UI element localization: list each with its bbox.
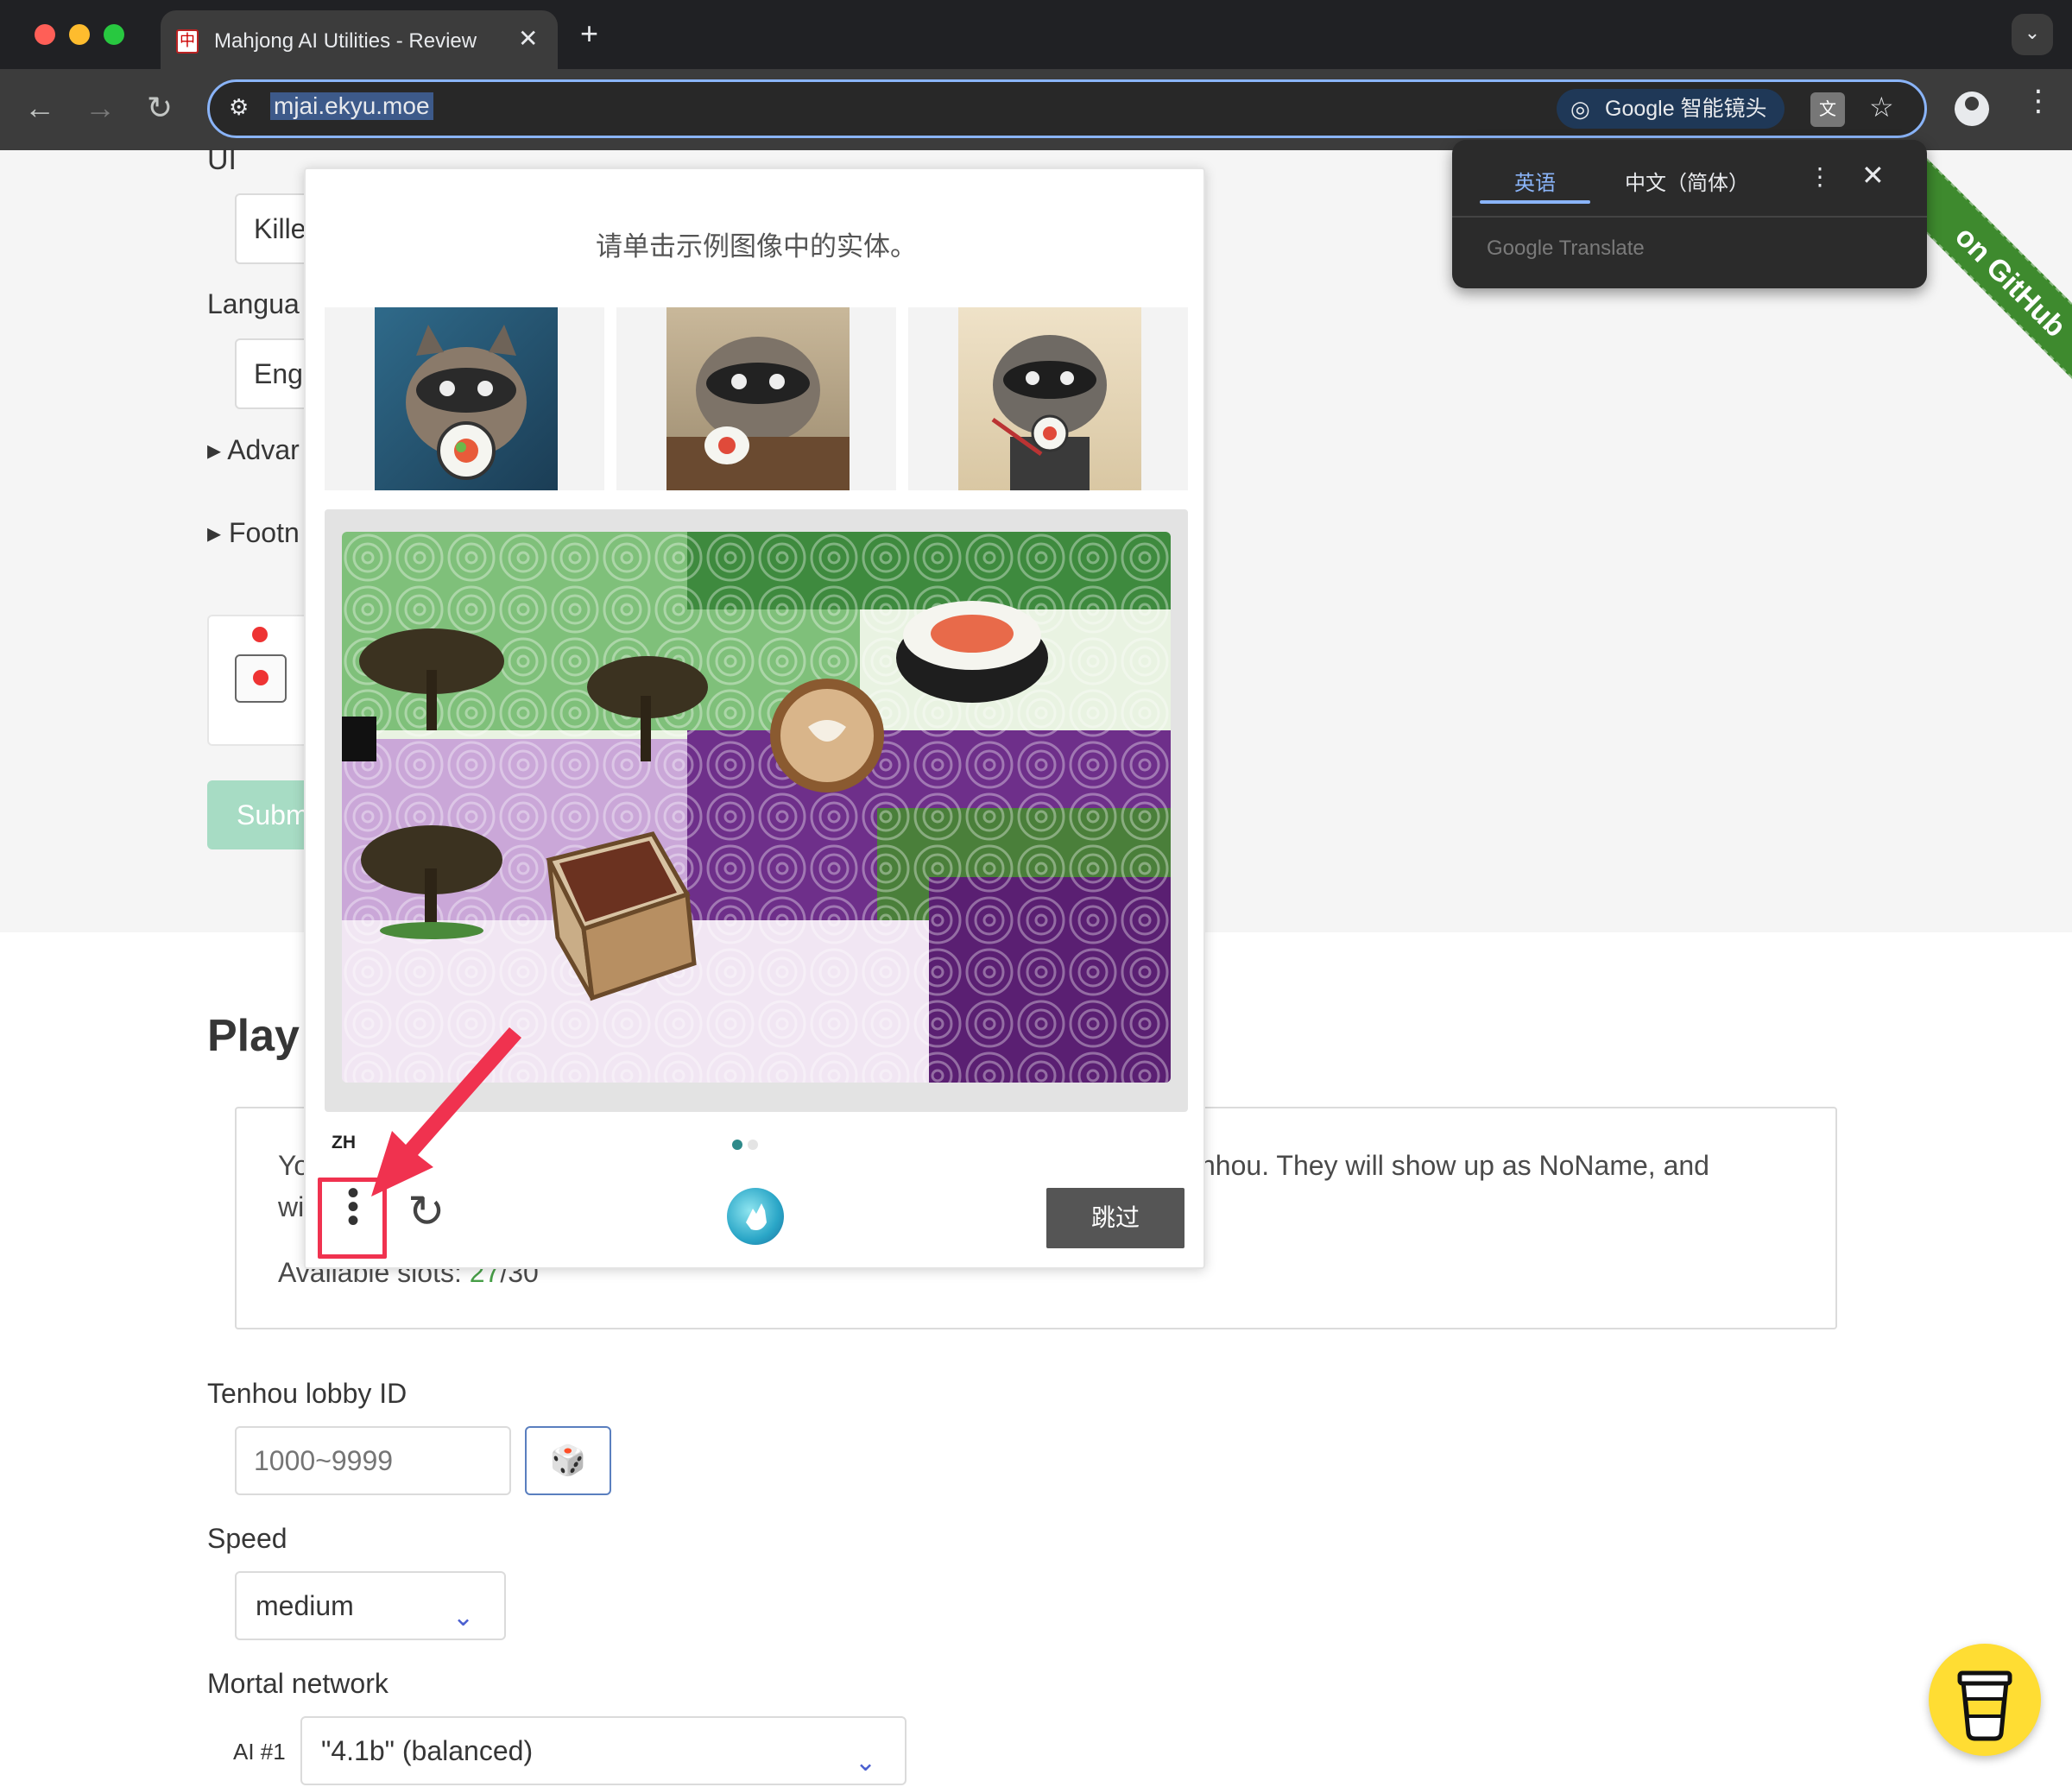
lens-icon: ◎ [1570,96,1590,122]
skip-button[interactable]: 跳过 [1046,1188,1184,1248]
divider [1452,216,1927,218]
browser-menu-icon[interactable]: ⋮ [2024,86,2053,116]
speed-value: medium [256,1590,354,1621]
ai-network-value: "4.1b" (balanced) [321,1735,534,1766]
page-indicator-active[interactable] [732,1140,742,1150]
translate-icon[interactable]: 文 [1810,92,1845,127]
address-bar[interactable]: ⚙ mjai.ekyu.moe ◎ Google 智能镜头 文 ☆ [207,79,1927,138]
browser-tab-strip: 中 Mahjong AI Utilities - Review ✕ + ⌄ [0,0,2072,69]
lens-label: Google 智能镜头 [1605,97,1767,121]
red-dot-icon [252,627,268,642]
chevron-down-icon: ⌄ [452,1603,475,1632]
hcaptcha-logo-icon [727,1188,784,1245]
translate-options-icon[interactable]: ⋮ [1808,162,1832,191]
mortal-network-label: Mortal network [207,1668,388,1699]
sushi-roll-icon [896,601,1048,703]
google-translate-popup: 英语 中文（简体） ⋮ ✕ Google Translate [1452,140,1927,288]
coffee-cup-icon [1957,1670,2012,1741]
bookmark-star-icon[interactable]: ☆ [1869,91,1894,123]
captcha-checkbox[interactable] [235,654,287,703]
latte-icon [770,679,884,792]
page-indicator[interactable] [748,1140,758,1150]
random-lobby-button[interactable]: 🎲 [525,1426,611,1495]
close-window-button[interactable] [35,24,55,45]
tab-title: Mahjong AI Utilities - Review [214,29,477,53]
translate-close-icon[interactable]: ✕ [1861,159,1885,192]
info-line1-end: nhou. They will show up as NoName, and [1200,1150,1709,1181]
translate-tab-english[interactable]: 英语 [1514,166,1556,196]
footnotes-label: Footn [228,517,300,548]
challenge-canvas [342,532,1171,1083]
lobby-id-input[interactable] [235,1426,511,1495]
new-tab-button[interactable]: + [580,16,598,52]
speed-select[interactable]: medium ⌄ [235,1571,506,1640]
reload-icon[interactable]: ↻ [147,90,173,126]
hcaptcha-challenge: 请单击示例图像中的实体。 ZH • • • ↻ 跳过 [304,167,1205,1269]
url-text[interactable]: mjai.ekyu.moe [270,92,433,120]
play-section-title: Play [207,1011,300,1061]
language-label: Langua [207,288,300,319]
minimize-window-button[interactable] [69,24,90,45]
back-arrow-icon[interactable]: ← [24,90,55,126]
challenge-image[interactable] [342,532,1171,1083]
language-code[interactable]: ZH [332,1133,356,1153]
site-settings-icon[interactable]: ⚙ [229,94,249,121]
captcha-widget-preview[interactable] [207,615,311,746]
ui-label: UI [207,143,237,176]
maximize-window-button[interactable] [104,24,124,45]
google-translate-brand: Google Translate [1487,237,1645,260]
browser-tab[interactable]: 中 Mahjong AI Utilities - Review ✕ [161,10,558,69]
raccoon-sushi-image [666,337,850,490]
ai-slot-label: AI #1 [233,1739,286,1765]
refresh-icon[interactable]: ↻ [407,1186,445,1238]
browser-toolbar: ← → ↻ ⚙ mjai.ekyu.moe ◎ Google 智能镜头 文 ☆ … [0,69,2072,150]
advanced-options-toggle[interactable]: ▸ Advar [207,433,300,466]
tab-close-icon[interactable]: ✕ [518,24,538,53]
example-image-2 [616,307,896,490]
active-tab-underline [1480,200,1590,204]
challenge-image-panel [325,509,1188,1112]
captcha-prompt: 请单击示例图像中的实体。 [596,231,917,262]
translate-tab-chinese[interactable]: 中文（简体） [1625,166,1749,196]
google-lens-button[interactable]: ◎ Google 智能镜头 [1557,89,1785,129]
chevron-down-icon: ⌄ [855,1748,877,1777]
profile-avatar-icon[interactable] [1955,92,1989,126]
raccoon-sushi-image [991,335,1107,490]
speed-label: Speed [207,1523,287,1554]
example-image-3 [908,307,1188,490]
dice-icon: 🎲 [549,1444,587,1477]
captcha-menu-icon[interactable]: • • • [340,1176,366,1238]
raccoon-sushi-image [406,325,527,480]
mahjong-favicon-icon: 中 [176,29,199,54]
example-image-1 [325,307,604,490]
buy-me-a-coffee-button[interactable] [1929,1644,2041,1756]
tab-search-chevron-icon[interactable]: ⌄ [2012,14,2053,55]
red-dot-icon [253,670,268,685]
lobby-label: Tenhou lobby ID [207,1378,407,1409]
ai-network-select[interactable]: "4.1b" (balanced) ⌄ [300,1716,906,1785]
submit-button[interactable]: Subm [207,780,311,849]
advanced-label: Advar [227,434,300,465]
forward-arrow-icon[interactable]: → [85,90,116,126]
footnotes-toggle[interactable]: ▸ Footn [207,516,300,549]
info-line2-start: wi [278,1191,305,1222]
